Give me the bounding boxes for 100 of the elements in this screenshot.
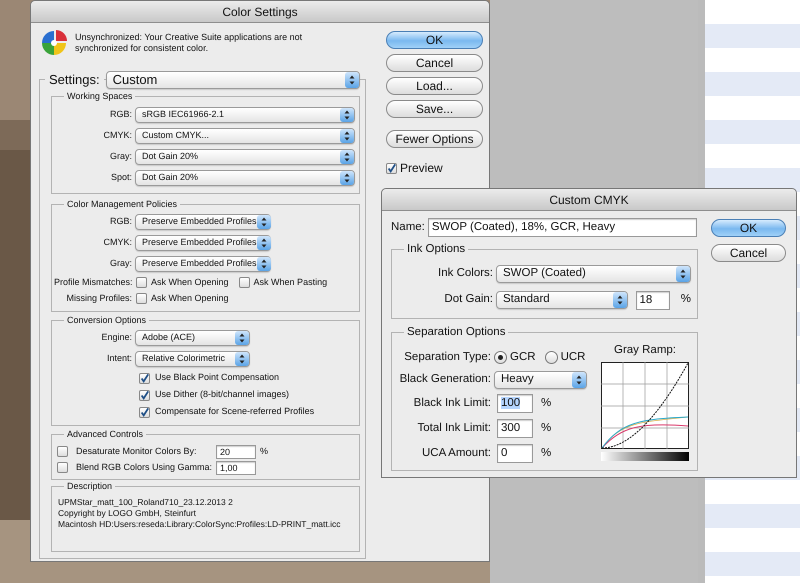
- input-field[interactable]: 18: [636, 290, 670, 310]
- section-title: Ink Options: [404, 243, 468, 255]
- dropdown[interactable]: Custom CMYK...: [135, 128, 355, 144]
- checkbox-label: Compensate for Scene-referred Profiles: [155, 405, 314, 418]
- unit-label: %: [680, 292, 691, 308]
- field-label: Name:: [391, 220, 425, 235]
- unit-label: %: [260, 444, 268, 458]
- checkbox[interactable]: [139, 390, 150, 400]
- field-label: Black Ink Limit:: [412, 396, 491, 411]
- updown-arrows-icon: [572, 372, 586, 388]
- button[interactable]: Load...: [386, 77, 483, 95]
- field-label: Spot:: [110, 171, 132, 184]
- field-label: Gray:: [108, 150, 132, 164]
- button[interactable]: Fewer Options: [386, 130, 483, 148]
- field-label: Profile Mismatches:: [54, 276, 132, 289]
- dropdown[interactable]: SWOP (Coated): [496, 265, 691, 283]
- updown-arrows-icon: [256, 257, 271, 271]
- input-field[interactable]: 0: [497, 444, 533, 463]
- button[interactable]: OK: [711, 219, 786, 237]
- button[interactable]: Cancel: [711, 244, 786, 262]
- checkbox[interactable]: [386, 162, 397, 174]
- field-label: UCA Amount:: [420, 446, 491, 461]
- updown-arrows-icon: [235, 331, 249, 345]
- field-label: Missing Profiles:: [65, 292, 132, 305]
- section-title: Working Spaces: [64, 90, 136, 102]
- radio-button[interactable]: [544, 351, 558, 364]
- checkbox-label: Ask When Opening: [151, 292, 229, 305]
- field-label: CMYK:: [102, 236, 132, 250]
- dropdown[interactable]: Preserve Embedded Profiles: [135, 214, 271, 230]
- dropdown[interactable]: Heavy: [494, 371, 587, 389]
- section-title: Color Management Policies: [64, 198, 180, 210]
- dropdown[interactable]: Dot Gain 20%: [135, 170, 355, 186]
- checkbox-label: Desaturate Monitor Colors By:: [75, 444, 198, 458]
- updown-arrows-icon: [340, 171, 354, 185]
- field-label: Intent:: [106, 352, 132, 366]
- updown-arrows-icon: [612, 292, 627, 308]
- field-label: CMYK:: [102, 129, 132, 142]
- input-field[interactable]: 20: [216, 444, 256, 458]
- field-label: Gray:: [108, 257, 132, 270]
- updown-arrows-icon: [676, 266, 690, 282]
- description-text: Copyright by LOGO GmbH, Steinfurt: [58, 508, 197, 518]
- description-text: Macintosh HD:Users:reseda:Library:ColorSync:Profiles:LD-PRINT_matt.icc: [58, 518, 342, 530]
- updown-arrows-icon: [340, 108, 354, 122]
- checkbox[interactable]: [57, 462, 68, 473]
- window-title: Custom CMYK: [382, 189, 796, 211]
- checkbox-label: Blend RGB Colors Using Gamma:: [75, 460, 212, 474]
- dropdown[interactable]: Dot Gain 20%: [135, 149, 355, 165]
- checkbox[interactable]: [57, 446, 68, 457]
- dropdown[interactable]: Preserve Embedded Profiles: [135, 256, 271, 272]
- updown-arrows-icon: [340, 150, 354, 164]
- checkbox-label: Ask When Opening: [151, 276, 229, 289]
- checkbox[interactable]: [136, 277, 147, 288]
- field-label: Engine:: [100, 331, 132, 344]
- checkbox-label: Ask When Pasting: [254, 276, 328, 289]
- button[interactable]: OK: [386, 31, 483, 49]
- section-title: Conversion Options: [64, 314, 150, 326]
- checkbox-label: Use Black Point Compensation: [155, 371, 280, 384]
- unit-label: %: [541, 396, 552, 411]
- chart-title: Gray Ramp:: [614, 343, 676, 358]
- updown-arrows-icon: [235, 352, 249, 366]
- input-field[interactable]: 300: [497, 419, 533, 438]
- input-field[interactable]: 100: [497, 394, 533, 413]
- description-text: UPMStar_matt_100_Roland710_23.12.2013 2: [58, 496, 234, 508]
- field-label: Dot Gain:: [443, 292, 493, 308]
- field-label: RGB:: [108, 108, 132, 122]
- checkbox[interactable]: [238, 277, 250, 288]
- button[interactable]: Cancel: [386, 54, 483, 72]
- button[interactable]: Save...: [386, 100, 483, 118]
- field-label: Separation Type:: [403, 350, 491, 365]
- unit-label: %: [541, 446, 552, 461]
- radio-label: GCR: [510, 350, 536, 365]
- radio-label: UCR: [560, 350, 586, 365]
- color-wheel-icon: [41, 30, 67, 56]
- updown-arrows-icon: [340, 129, 354, 143]
- input-field[interactable]: SWOP (Coated), 18%, GCR, Heavy: [428, 218, 697, 237]
- dropdown[interactable]: sRGB IEC61966-2.1: [135, 107, 355, 123]
- radio-button[interactable]: [494, 351, 507, 364]
- dropdown[interactable]: Preserve Embedded Profiles: [135, 235, 271, 251]
- section-title: Separation Options: [404, 326, 508, 338]
- updown-arrows-icon: [256, 215, 271, 229]
- updown-arrows-icon: [344, 72, 359, 88]
- input-field[interactable]: 1,00: [216, 460, 256, 474]
- checkbox[interactable]: [136, 293, 147, 304]
- section-title: Advanced Controls: [64, 428, 146, 440]
- field-label: Ink Colors:: [437, 266, 493, 282]
- checkbox[interactable]: [139, 406, 150, 418]
- field-label: RGB:: [108, 215, 132, 228]
- checkbox[interactable]: [139, 372, 150, 384]
- section-title: Description: [64, 480, 116, 492]
- window-title: Color Settings: [31, 1, 489, 23]
- dropdown[interactable]: Relative Colorimetric: [135, 351, 250, 367]
- dropdown[interactable]: Adobe (ACE): [135, 330, 250, 346]
- dropdown[interactable]: Standard: [496, 291, 628, 309]
- dropdown[interactable]: Custom: [106, 70, 360, 89]
- updown-arrows-icon: [256, 236, 271, 250]
- unit-label: %: [541, 420, 552, 436]
- message-text: Unsynchronized: Your Creative Suite applications are not synchronized for consistent color.: [75, 31, 304, 55]
- field-label: Total Ink Limit:: [416, 420, 491, 436]
- field-label: Black Generation:: [398, 372, 491, 388]
- checkbox-label: Preview: [400, 160, 443, 177]
